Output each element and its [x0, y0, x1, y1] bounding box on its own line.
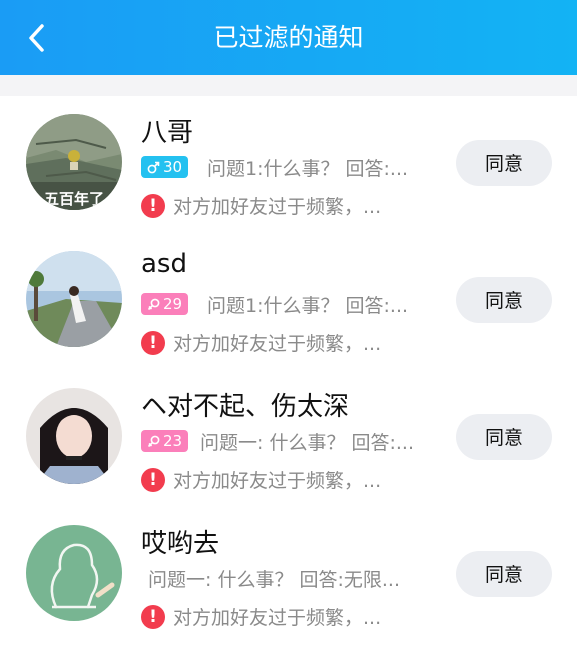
page-title: 已过滤的通知	[213, 23, 364, 52]
exclamation-icon: !	[141, 330, 165, 355]
agree-button[interactable]: 同意	[456, 140, 552, 186]
avatar[interactable]	[26, 525, 122, 621]
question-answer: 问题一: 什么事？ 回答:...	[200, 432, 415, 454]
warning-text: 对方加好友过于频繁，...	[173, 196, 382, 218]
list-item: asd 29 问题1:什么事？ 回答:... ! 对方加好友过于频繁，... 同…	[0, 233, 577, 370]
user-name: ヘ对不起、伤太深	[141, 392, 350, 422]
list-item: 哎哟去 问题一: 什么事？ 回答:无限... ! 对方加好友过于频繁，... 同…	[0, 507, 577, 644]
female-icon	[147, 435, 160, 447]
warning-row: ! 对方加好友过于频繁，...	[141, 329, 381, 356]
warning-row: ! 对方加好友过于频繁，...	[141, 466, 381, 493]
male-icon	[147, 161, 160, 173]
exclamation-icon: !	[141, 467, 165, 492]
agree-button[interactable]: 同意	[456, 414, 552, 460]
user-name: asd	[141, 249, 187, 279]
warning-text: 对方加好友过于频繁，...	[173, 607, 382, 629]
warning-row: ! 对方加好友过于频繁，...	[141, 192, 381, 219]
female-icon	[147, 298, 160, 310]
question-answer: 问题1:什么事？ 回答:...	[207, 295, 409, 317]
age-label: 30	[163, 158, 183, 176]
list-item: ヘ对不起、伤太深 23 问题一: 什么事？ 回答:... ! 对方加好友过于频繁…	[0, 370, 577, 507]
age-label: 29	[163, 295, 183, 313]
agree-button[interactable]: 同意	[456, 551, 552, 597]
exclamation-icon: !	[141, 604, 165, 629]
question-answer: 问题1:什么事？ 回答:...	[207, 158, 409, 180]
warning-text: 对方加好友过于频繁，...	[173, 333, 382, 355]
agree-button[interactable]: 同意	[456, 277, 552, 323]
gender-age-badge: 23	[141, 430, 189, 452]
notification-list: 五百年了 八哥 30 问题1:什么事？ 回答:... ! 对方加好友过于频繁，.…	[0, 96, 577, 650]
avatar[interactable]: 五百年了	[26, 114, 122, 210]
top-bar: 已过滤的通知	[0, 0, 577, 75]
avatar[interactable]	[26, 251, 122, 347]
avatar-caption: 五百年了	[43, 190, 104, 208]
exclamation-icon: !	[141, 193, 165, 218]
gender-age-badge: 30	[141, 156, 189, 178]
age-label: 23	[163, 432, 183, 450]
gender-age-badge: 29	[141, 293, 189, 315]
user-name: 八哥	[141, 118, 194, 148]
warning-row: ! 对方加好友过于频繁，...	[141, 603, 381, 630]
user-name: 哎哟去	[141, 529, 220, 559]
avatar[interactable]	[26, 388, 122, 484]
question-answer: 问题一: 什么事？ 回答:无限...	[148, 569, 401, 591]
warning-text: 对方加好友过于频繁，...	[173, 470, 382, 492]
list-item: 五百年了 八哥 30 问题1:什么事？ 回答:... ! 对方加好友过于频繁，.…	[0, 96, 577, 233]
